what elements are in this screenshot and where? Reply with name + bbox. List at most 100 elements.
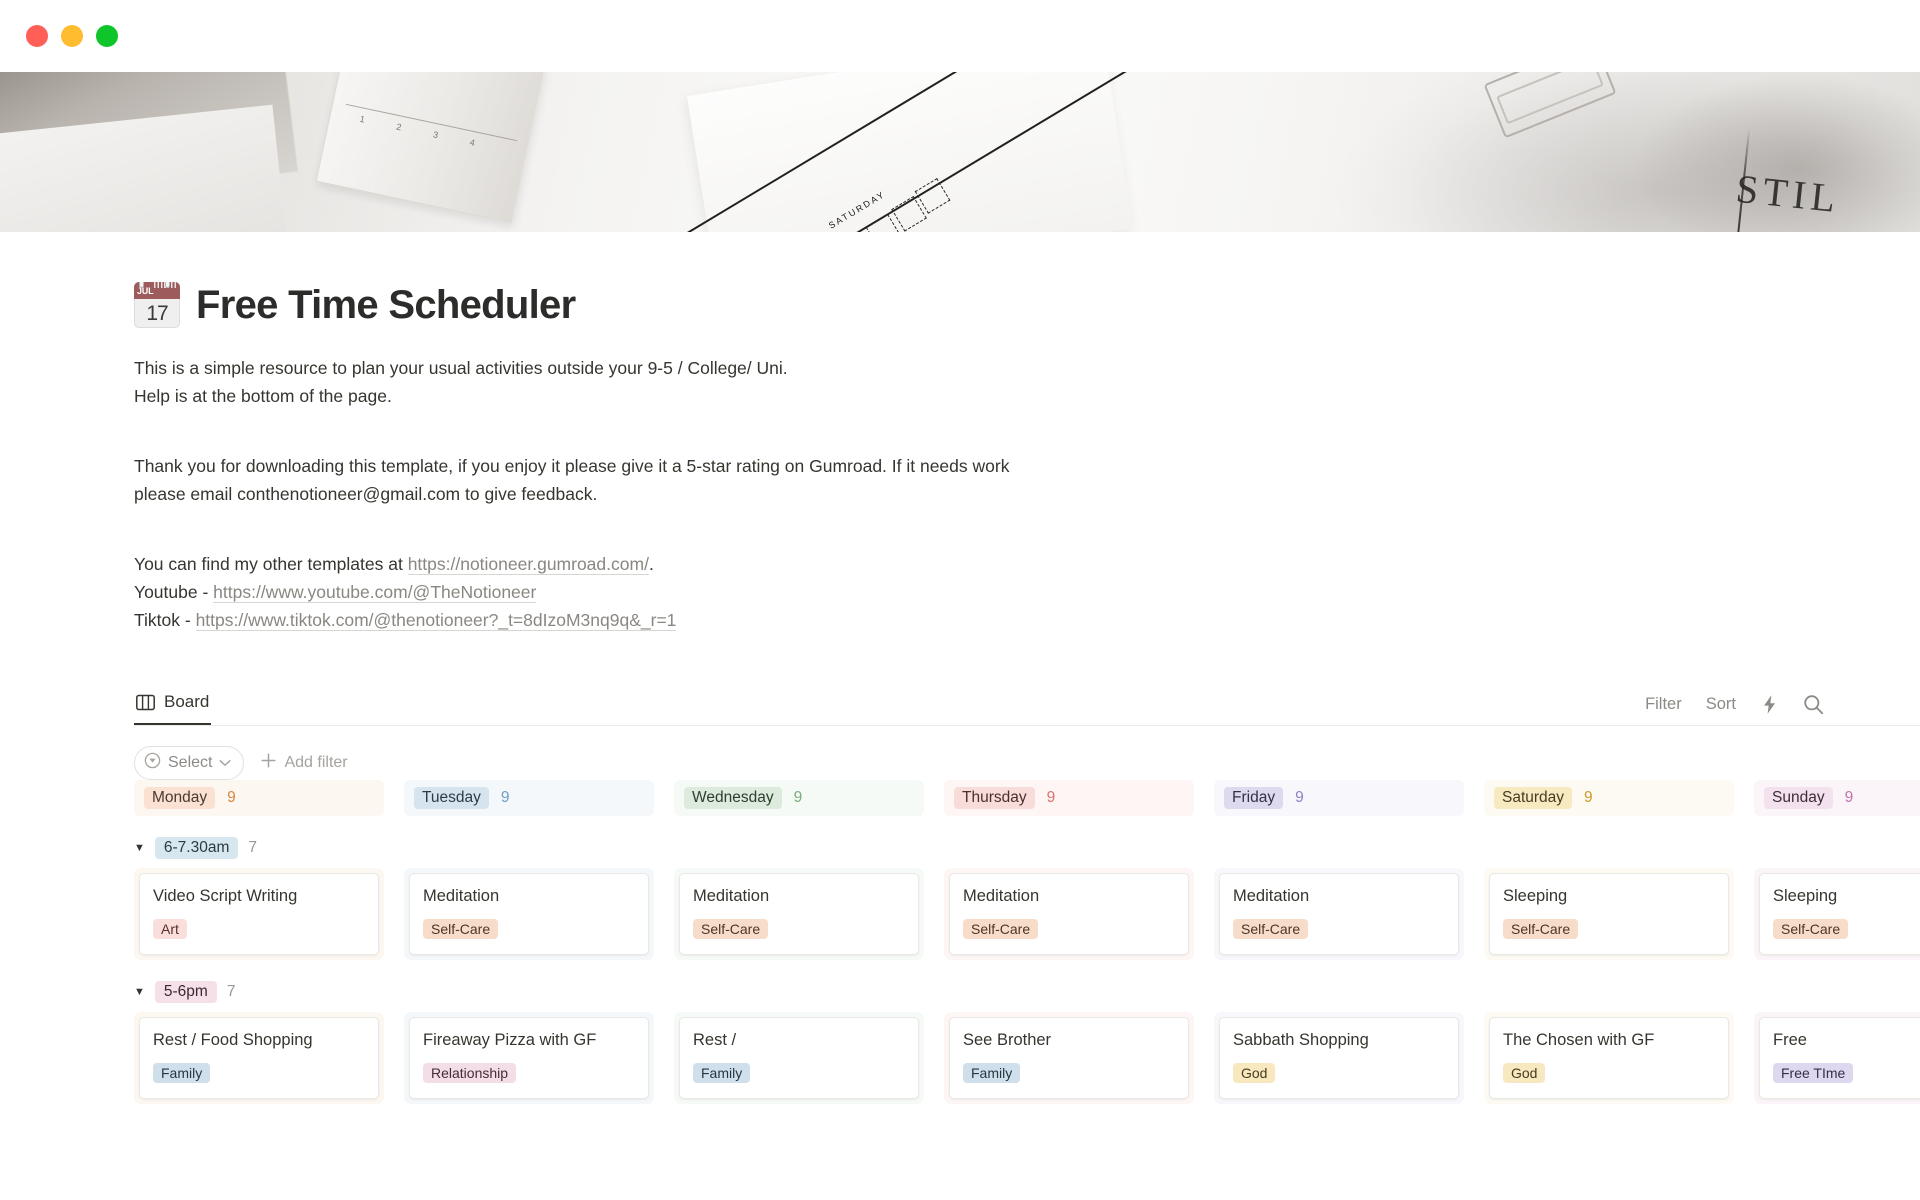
- board-card-tag: Self-Care: [1503, 919, 1579, 939]
- board-card[interactable]: The Chosen with GF God: [1489, 1017, 1729, 1099]
- board-card-tag: Family: [153, 1063, 211, 1083]
- plus-icon: [260, 752, 277, 774]
- board-card-tag: God: [1233, 1063, 1276, 1083]
- board-card-slot: Rest / Food Shopping Family: [134, 1012, 384, 1104]
- board-card-slot: Rest / Family: [674, 1012, 924, 1104]
- toolbar-actions: Filter Sort: [1645, 694, 1824, 725]
- board-card-tag: Relationship: [423, 1063, 517, 1083]
- calendar-emoji-ring-left: [139, 282, 144, 288]
- board-column-header-friday[interactable]: Friday 9: [1214, 780, 1464, 816]
- page-body: JUL 17 Free Time Scheduler This is a sim…: [0, 232, 1920, 1200]
- board-card-tag: Free TIme: [1773, 1063, 1854, 1083]
- board-card-title: Video Script Writing: [153, 887, 298, 905]
- page-title[interactable]: Free Time Scheduler: [196, 283, 576, 328]
- group-card-count: 7: [226, 983, 236, 1000]
- board-card-slot: See Brother Family: [944, 1012, 1194, 1104]
- board-card[interactable]: Free Free TIme: [1759, 1017, 1920, 1099]
- tab-board[interactable]: Board: [134, 688, 212, 725]
- intro-line-3: Thank you for downloading this template,…: [134, 456, 1010, 476]
- select-filter-label: Select: [168, 754, 213, 771]
- board-card[interactable]: Meditation Self-Care: [949, 873, 1189, 955]
- lightning-bolt-icon[interactable]: [1760, 694, 1779, 715]
- column-card-count: 9: [1046, 789, 1056, 806]
- close-window-button[interactable]: [26, 25, 48, 47]
- tiktok-link[interactable]: https://www.tiktok.com/@thenotioneer?_t=…: [195, 610, 677, 631]
- board-card[interactable]: Meditation Self-Care: [1219, 873, 1459, 955]
- board-group-header: ▼ 5-6pm 7: [134, 981, 1920, 1003]
- board-card[interactable]: Sleeping Self-Care: [1489, 873, 1729, 955]
- board-card-title: Meditation: [963, 887, 1040, 905]
- board-card-title: Meditation: [693, 887, 770, 905]
- board-card-slot: Sleeping Self-Care: [1754, 868, 1920, 960]
- page-cover-image[interactable]: 1 2 3 4 FRIDAY SATURDAY STIL: [0, 72, 1920, 232]
- board-card-slot: Fireaway Pizza with GF Relationship: [404, 1012, 654, 1104]
- column-name-pill: Monday: [144, 787, 216, 809]
- select-filter-chip[interactable]: Select: [134, 746, 245, 780]
- board-card[interactable]: Meditation Self-Care: [409, 873, 649, 955]
- board-card-title: Rest / Food Shopping: [153, 1031, 313, 1049]
- intro-line-2: Help is at the bottom of the page.: [134, 386, 392, 406]
- add-filter-button[interactable]: Add filter: [260, 752, 348, 774]
- gumroad-link[interactable]: https://notioneer.gumroad.com/: [407, 554, 649, 575]
- filter-button[interactable]: Filter: [1645, 695, 1682, 714]
- board-card[interactable]: Meditation Self-Care: [679, 873, 919, 955]
- maximize-window-button[interactable]: [96, 25, 118, 47]
- board-card-slot: The Chosen with GF God: [1484, 1012, 1734, 1104]
- board-card[interactable]: Rest / Food Shopping Family: [139, 1017, 379, 1099]
- board-card-tag: Self-Care: [693, 919, 769, 939]
- calendar-emoji-ring-right: [165, 282, 170, 288]
- board-card-slot: Meditation Self-Care: [1214, 868, 1464, 960]
- board-column-header-monday[interactable]: Monday 9: [134, 780, 384, 816]
- intro-paragraph-1[interactable]: This is a simple resource to plan your u…: [134, 354, 1134, 410]
- board-column-header-sunday[interactable]: Sunday 9: [1754, 780, 1920, 816]
- group-card-count: 7: [248, 839, 257, 856]
- select-property-icon: [144, 752, 161, 774]
- column-name-pill: Wednesday: [684, 787, 782, 809]
- board-card[interactable]: Rest / Family: [679, 1017, 919, 1099]
- column-card-count: 9: [793, 789, 803, 806]
- board-card[interactable]: Sleeping Self-Care: [1759, 873, 1920, 955]
- board-card-title: Meditation: [1233, 887, 1310, 905]
- group-label-pill[interactable]: 5-6pm: [154, 981, 217, 1003]
- minimize-window-button[interactable]: [61, 25, 83, 47]
- column-card-count: 9: [500, 789, 510, 806]
- youtube-link[interactable]: https://www.youtube.com/@TheNotioneer: [213, 582, 537, 603]
- search-icon[interactable]: [1803, 694, 1824, 715]
- board-card[interactable]: Video Script Writing Art: [139, 873, 379, 955]
- column-card-count: 9: [1295, 789, 1304, 806]
- board-view: Monday 9 Tuesday 9 Wednesday 9 Thursday 9 Friday…: [134, 780, 1920, 1104]
- board-card[interactable]: Fireaway Pizza with GF Relationship: [409, 1017, 649, 1099]
- sort-button[interactable]: Sort: [1706, 695, 1736, 714]
- board-column-header-tuesday[interactable]: Tuesday 9: [404, 780, 654, 816]
- board-card-row: Video Script Writing Art Meditation Self-Ca…: [134, 868, 1920, 960]
- board-card-tag: Family: [963, 1063, 1021, 1083]
- board-card-tag: Family: [693, 1063, 751, 1083]
- board-card-title: Sleeping: [1773, 887, 1838, 905]
- window-titlebar: [0, 0, 1920, 72]
- board-card-tag: Self-Care: [1233, 919, 1309, 939]
- calendar-emoji-icon[interactable]: JUL 17: [134, 282, 180, 328]
- board-card-title: Meditation: [423, 887, 500, 905]
- board-column-header-wednesday[interactable]: Wednesday 9: [674, 780, 924, 816]
- board-card-title: Sleeping: [1503, 887, 1568, 905]
- board-card-tag: Art: [153, 919, 187, 939]
- board-card-slot: Meditation Self-Care: [944, 868, 1194, 960]
- column-card-count: 9: [1844, 789, 1854, 806]
- board-card[interactable]: Sabbath Shopping God: [1219, 1017, 1459, 1099]
- group-label-pill[interactable]: 6-7.30am: [154, 837, 239, 859]
- board-card[interactable]: See Brother Family: [949, 1017, 1189, 1099]
- group-collapse-caret-icon[interactable]: ▼: [134, 842, 145, 854]
- board-card-title: The Chosen with GF: [1503, 1031, 1655, 1049]
- database-toolbar: Board Filter Sort: [134, 688, 1920, 726]
- board-column-header-saturday[interactable]: Saturday 9: [1484, 780, 1734, 816]
- calendar-emoji-day: 17: [146, 301, 168, 325]
- intro-paragraph-2[interactable]: Thank you for downloading this template,…: [134, 452, 1134, 508]
- intro-line-4: please email conthenotioneer@gmail.com t…: [134, 484, 598, 504]
- group-collapse-caret-icon[interactable]: ▼: [134, 986, 145, 998]
- board-card-tag: Self-Care: [963, 919, 1039, 939]
- board-column-header-thursday[interactable]: Thursday 9: [944, 780, 1194, 816]
- board-card-title: See Brother: [963, 1031, 1052, 1049]
- column-card-count: 9: [227, 789, 236, 806]
- board-card-title: Free: [1773, 1031, 1807, 1049]
- links-paragraph[interactable]: You can find my other templates at https…: [134, 550, 1134, 634]
